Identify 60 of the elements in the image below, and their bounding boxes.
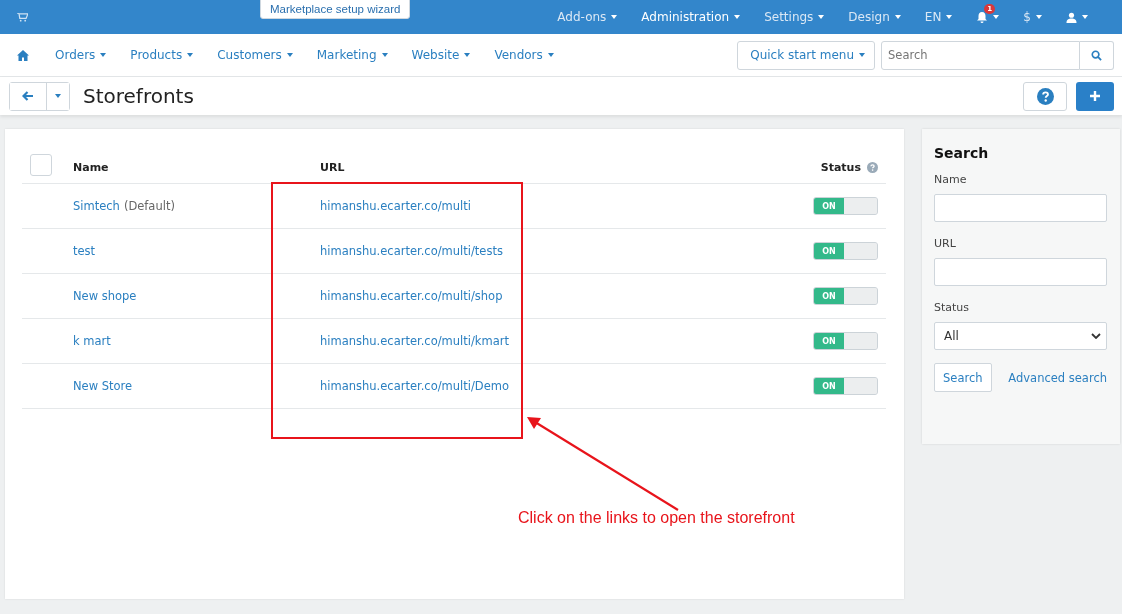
- column-header: Status: [820, 160, 861, 174]
- search-button[interactable]: [1080, 40, 1114, 70]
- plus-icon: [1090, 91, 1100, 101]
- status-toggle[interactable]: ON: [813, 377, 878, 395]
- storefront-url-link[interactable]: himanshu.ecarter.co/multi/Demo: [320, 379, 509, 393]
- storefront-url-link[interactable]: himanshu.ecarter.co/multi/shop: [320, 289, 503, 303]
- field-label: Status: [934, 301, 971, 314]
- top-menu[interactable]: Design: [836, 0, 913, 34]
- top-menu[interactable]: Administration: [629, 0, 753, 34]
- storefront-name-link[interactable]: Simtech: [73, 199, 120, 213]
- back-button[interactable]: [10, 82, 47, 110]
- panel-title: Search: [934, 145, 990, 161]
- user-icon[interactable]: [1066, 11, 1077, 23]
- top-menu[interactable]: Settings: [752, 0, 837, 34]
- chevron-down-icon: [1091, 333, 1101, 339]
- search-field[interactable]: Search: [881, 40, 1080, 70]
- storefront-name-link[interactable]: test: [73, 244, 96, 258]
- column-header: Name: [73, 161, 109, 174]
- quick-start-button[interactable]: Quick start menu: [737, 40, 875, 70]
- select-all-checkbox[interactable]: [30, 154, 52, 176]
- url-field[interactable]: [934, 258, 1107, 286]
- help-button[interactable]: [1023, 81, 1067, 111]
- storefront-name-link[interactable]: New Store: [73, 379, 133, 393]
- help-icon: [1036, 87, 1054, 105]
- page-title: Storefronts: [83, 84, 194, 108]
- setup-wizard-button[interactable]: Marketplace setup wizard: [260, 0, 411, 19]
- status-select[interactable]: All: [934, 322, 1107, 350]
- cart-icon[interactable]: [17, 12, 28, 22]
- nav-menu[interactable]: Vendors: [482, 48, 566, 62]
- status-toggle[interactable]: ON: [813, 197, 878, 215]
- field-label: Name: [934, 173, 968, 186]
- help-icon[interactable]: [867, 161, 878, 173]
- nav-menu[interactable]: Orders: [43, 48, 119, 62]
- storefront-url-link[interactable]: himanshu.ecarter.co/multi/tests: [320, 244, 503, 258]
- status-toggle[interactable]: ON: [813, 332, 878, 350]
- left-arrow-icon: [22, 91, 34, 101]
- storefront-name-link[interactable]: New shope: [73, 289, 137, 303]
- storefront-name-link[interactable]: k mart: [73, 334, 111, 348]
- default-note: (Default): [123, 199, 175, 213]
- status-toggle[interactable]: ON: [813, 242, 878, 260]
- nav-menu[interactable]: Customers: [205, 48, 305, 62]
- nav-menu[interactable]: Website: [399, 48, 483, 62]
- nav-menu[interactable]: Marketing: [304, 48, 400, 62]
- top-menu[interactable]: EN: [912, 0, 965, 34]
- field-label: URL: [934, 237, 957, 250]
- storefront-url-link[interactable]: himanshu.ecarter.co/multi/kmart: [320, 334, 509, 348]
- annotation-text: Click on the links to open the storefront: [518, 509, 795, 527]
- currency-menu[interactable]: $: [1011, 0, 1054, 34]
- bell-icon[interactable]: [976, 11, 989, 23]
- name-field[interactable]: [934, 194, 1107, 222]
- search-button[interactable]: Search: [934, 363, 992, 392]
- add-button[interactable]: [1076, 81, 1114, 111]
- advanced-search-link[interactable]: Advanced search: [1008, 370, 1107, 385]
- storefront-url-link[interactable]: himanshu.ecarter.co/multi: [320, 199, 471, 213]
- search-icon: [1091, 49, 1102, 61]
- column-header: URL: [320, 161, 345, 174]
- status-toggle[interactable]: ON: [813, 287, 878, 305]
- nav-menu[interactable]: Products: [118, 48, 206, 62]
- home-icon[interactable]: [17, 49, 29, 61]
- top-menu[interactable]: Add-ons: [545, 0, 630, 34]
